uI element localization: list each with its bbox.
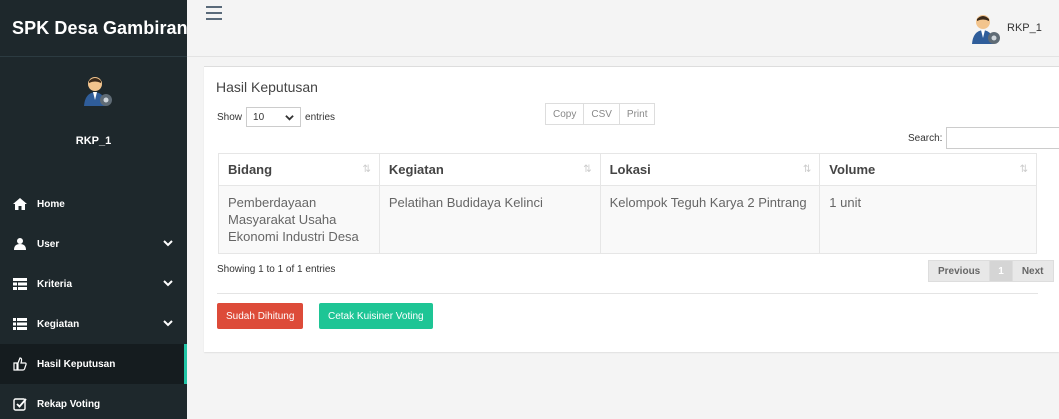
next-button[interactable]: Next: [1011, 260, 1054, 282]
sort-icon: ⇅: [802, 164, 812, 175]
column-header-volume[interactable]: Volume ⇅: [819, 153, 1037, 186]
topbar-username[interactable]: RKP_1: [1007, 22, 1042, 34]
sidebar-item-label: Hasil Keputusan: [37, 358, 116, 370]
sidebar-item-rekap-voting[interactable]: Rekap Voting: [0, 384, 187, 419]
sidebar-username: RKP_1: [75, 135, 112, 147]
results-table: Bidang ⇅ Kegiatan ⇅ Lokasi ⇅ Volume ⇅ Pember…: [218, 153, 1037, 254]
hasil-keputusan-box: Hasil Keputusan Show 10 entries Copy CSV…: [204, 66, 1059, 352]
sort-icon: ⇅: [1019, 164, 1028, 175]
entries-length-value: 10: [253, 111, 265, 123]
sort-asc-icon: ⇅: [362, 164, 371, 175]
table-info: Showing 1 to 1 of 1 entries: [217, 264, 336, 275]
column-header-lokasi[interactable]: Lokasi ⇅: [599, 153, 821, 186]
chevron-down-icon: [163, 320, 173, 327]
entries-label: entries: [305, 111, 336, 123]
chevron-down-icon: [285, 114, 294, 121]
page-1-button[interactable]: 1: [989, 260, 1013, 282]
sidebar: SPK Desa Gambiran RKP_1 Home User Kriter…: [0, 0, 187, 419]
user-avatar-icon[interactable]: [968, 12, 1002, 46]
column-header-bidang[interactable]: Bidang ⇅: [218, 153, 380, 186]
user-icon: [13, 237, 27, 251]
cetak-kuisiner-voting-button[interactable]: Cetak Kuisiner Voting: [319, 303, 433, 329]
pagination: Previous 1 Next: [928, 260, 1054, 282]
print-button[interactable]: Print: [618, 103, 656, 125]
list-icon: [13, 317, 27, 331]
sudah-dihitung-button[interactable]: Sudah Dihitung: [217, 303, 304, 329]
divider: [217, 293, 1038, 294]
cell-bidang: Pemberdayaan Masyarakat Usaha Ekonomi In…: [218, 185, 380, 254]
show-label: Show: [217, 111, 243, 123]
csv-button[interactable]: CSV: [583, 103, 620, 125]
search-control: Search:: [908, 127, 1059, 149]
sidebar-item-label: Kegiatan: [37, 318, 80, 330]
sort-icon: ⇅: [583, 164, 592, 175]
sidebar-item-home[interactable]: Home: [0, 184, 187, 224]
box-title: Hasil Keputusan: [216, 79, 318, 95]
copy-button[interactable]: Copy: [545, 103, 585, 125]
previous-button[interactable]: Previous: [928, 260, 991, 282]
cell-lokasi: Kelompok Teguh Karya 2 Pintrang: [599, 185, 821, 254]
sidebar-item-hasil-keputusan[interactable]: Hasil Keputusan: [0, 344, 187, 384]
brand-title[interactable]: SPK Desa Gambiran: [0, 0, 187, 57]
entries-length-control: Show 10 entries: [217, 107, 335, 127]
cell-volume: 1 unit: [819, 185, 1037, 254]
sidebar-item-user[interactable]: User: [0, 224, 187, 264]
home-icon: [13, 197, 27, 211]
sidebar-item-kriteria[interactable]: Kriteria: [0, 264, 187, 304]
search-input[interactable]: [946, 127, 1059, 149]
top-navbar: RKP_1: [187, 0, 1059, 57]
sidebar-nav: Home User Kriteria Kegiatan Hasil Keputu…: [0, 184, 187, 419]
sidebar-item-kegiatan[interactable]: Kegiatan: [0, 304, 187, 344]
table-icon: [13, 277, 27, 291]
hamburger-menu-icon[interactable]: [206, 6, 222, 20]
table-header-row: Bidang ⇅ Kegiatan ⇅ Lokasi ⇅ Volume ⇅: [218, 153, 1037, 186]
column-header-kegiatan[interactable]: Kegiatan ⇅: [378, 153, 601, 186]
thumbs-up-icon: [13, 357, 27, 371]
chevron-down-icon: [163, 280, 173, 287]
cell-kegiatan: Pelatihan Budidaya Kelinci: [378, 185, 601, 254]
user-avatar-icon: [84, 77, 112, 106]
table-row: Pemberdayaan Masyarakat Usaha Ekonomi In…: [218, 185, 1037, 254]
sidebar-item-label: Rekap Voting: [37, 398, 101, 410]
chevron-down-icon: [163, 240, 173, 247]
entries-length-select[interactable]: 10: [246, 107, 302, 127]
check-square-icon: [13, 397, 27, 411]
sidebar-item-label: User: [37, 238, 60, 250]
export-buttons: Copy CSV Print: [545, 103, 656, 125]
sidebar-item-label: Home: [37, 198, 65, 210]
sidebar-item-label: Kriteria: [37, 278, 73, 290]
search-label: Search:: [908, 132, 943, 144]
